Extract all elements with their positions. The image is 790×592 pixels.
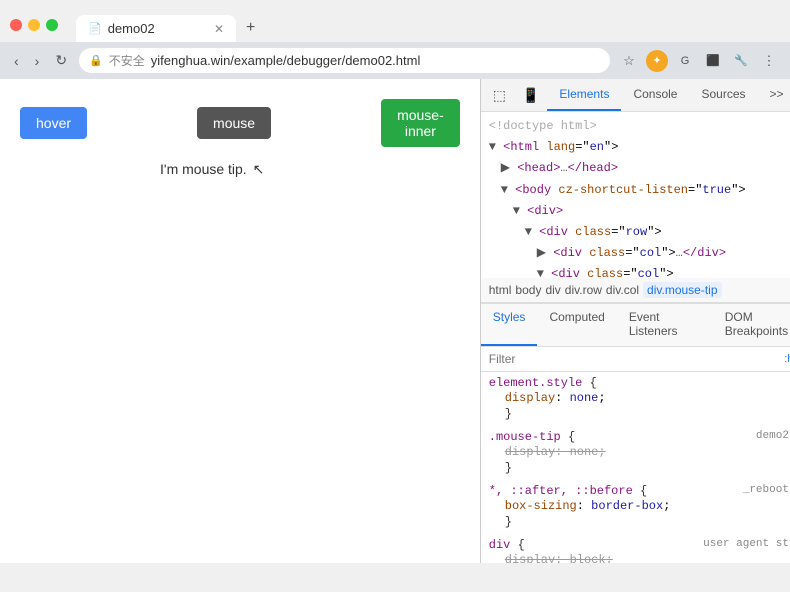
devtools-device-icon[interactable]: 📱 <box>514 81 547 110</box>
reload-button[interactable]: ↻ <box>51 50 71 71</box>
tab-elements[interactable]: Elements <box>547 79 621 111</box>
traffic-light-yellow[interactable] <box>28 19 40 31</box>
tree-line-div-row[interactable]: ▼ <div class="row"> <box>481 222 790 243</box>
address-bar: ‹ › ↻ 🔒 不安全 yifenghua.win/example/debugg… <box>0 42 790 79</box>
css-brace-close-2: } <box>489 460 790 476</box>
css-rule-div: div { user agent stylesheet display: blo… <box>481 534 790 563</box>
filter-input[interactable] <box>489 352 781 366</box>
main-layout: hover mouse mouse-inner I'm mouse tip. ↖… <box>0 79 790 563</box>
filter-bar: :hov .cls + <box>481 347 790 372</box>
styles-tab-computed[interactable]: Computed <box>537 304 616 346</box>
css-brace-close-3: } <box>489 514 790 530</box>
toolbar-icons: ☆ ✦ G ⬛ 🔧 ⋮ <box>618 50 780 72</box>
tab-more[interactable]: >> <box>758 79 790 111</box>
tree-line-div-col1[interactable]: ▶ <div class="col">…</div> <box>481 243 790 264</box>
tree-line-div1[interactable]: ▼ <div> <box>481 201 790 222</box>
styles-tab-dom-breakpoints[interactable]: DOM Breakpoints <box>713 304 790 346</box>
traffic-lights <box>10 19 58 31</box>
css-prop-display-block-strikethrough: display: block; <box>489 552 790 563</box>
styles-tabs: Styles Computed Event Listeners DOM Brea… <box>481 304 790 347</box>
extension-icon-2[interactable]: G <box>674 50 696 72</box>
filter-hov[interactable]: :hov <box>784 353 790 365</box>
new-tab-button[interactable]: + <box>236 14 265 42</box>
styles-panel: Styles Computed Event Listeners DOM Brea… <box>481 303 790 563</box>
styles-tab-styles[interactable]: Styles <box>481 304 538 346</box>
css-prop-display-none-strikethrough: display: none; <box>489 444 790 460</box>
traffic-light-green[interactable] <box>46 19 58 31</box>
css-prop-display-none: display: none; <box>489 390 790 406</box>
styles-tab-event-listeners[interactable]: Event Listeners <box>617 304 713 346</box>
traffic-light-red[interactable] <box>10 19 22 31</box>
forward-button[interactable]: › <box>31 51 44 71</box>
extension-icon-1[interactable]: ✦ <box>646 50 668 72</box>
tree-line-body[interactable]: ▼ <body cz-shortcut-listen="true"> <box>481 180 790 201</box>
elements-panel[interactable]: <!doctype html> ▼ <html lang="en"> ▶ <he… <box>481 112 790 278</box>
browser-chrome: 📄 demo02 ✕ + ‹ › ↻ 🔒 不安全 yifenghua.win/e… <box>0 0 790 79</box>
back-button[interactable]: ‹ <box>10 51 23 71</box>
css-brace-close-1: } <box>489 406 790 422</box>
css-source-mouse-tip[interactable]: demo2.html:12 <box>756 430 790 442</box>
url-bar[interactable]: 🔒 不安全 yifenghua.win/example/debugger/dem… <box>79 48 610 73</box>
lock-icon: 🔒 <box>89 54 103 67</box>
mouse-tip-label: I'm mouse tip. <box>160 161 247 177</box>
tab-bar: 📄 demo02 ✕ + <box>66 14 780 42</box>
doctype-text: <!doctype html> <box>489 119 597 133</box>
css-source-user-agent: user agent stylesheet <box>703 538 790 550</box>
cursor-icon: ↖ <box>253 161 265 178</box>
breadcrumb-div[interactable]: div <box>545 283 560 297</box>
extension-icon-3[interactable]: ⬛ <box>702 50 724 72</box>
page-content: hover mouse mouse-inner I'm mouse tip. ↖ <box>0 79 480 563</box>
css-selector-mouse-tip: .mouse-tip { demo2.html:12 <box>489 430 790 444</box>
breadcrumb: html body div div.row div.col div.mouse-… <box>481 278 790 303</box>
menu-button[interactable]: ⋮ <box>758 50 780 72</box>
devtools-panel: ⬚ 📱 Elements Console Sources >> ⋮ ✕ <!do… <box>480 79 790 563</box>
mouse-inner-button[interactable]: mouse-inner <box>381 99 460 147</box>
css-rule-universal: *, ::after, ::before { _reboot.scss:22 b… <box>481 480 790 534</box>
mouse-button[interactable]: mouse <box>197 107 271 139</box>
css-prop-box-sizing: box-sizing: border-box; <box>489 498 790 514</box>
breadcrumb-div-col[interactable]: div.col <box>606 283 639 297</box>
devtools-inspect-icon[interactable]: ⬚ <box>485 81 514 110</box>
css-selector-universal: *, ::after, ::before { _reboot.scss:22 <box>489 484 790 498</box>
tab-console[interactable]: Console <box>621 79 689 111</box>
page-buttons: hover mouse mouse-inner <box>20 99 460 147</box>
tree-line-div-col2[interactable]: ▼ <div class="col"> <box>481 264 790 278</box>
css-source-reboot[interactable]: _reboot.scss:22 <box>743 484 790 496</box>
mouse-tip-text: I'm mouse tip. ↖ <box>160 161 460 178</box>
secure-label: 不安全 <box>109 52 145 69</box>
breadcrumb-html[interactable]: html <box>489 283 512 297</box>
tab-sources[interactable]: Sources <box>689 79 757 111</box>
url-text: yifenghua.win/example/debugger/demo02.ht… <box>151 53 600 68</box>
extension-icon-4[interactable]: 🔧 <box>730 50 752 72</box>
tree-line-head[interactable]: ▶ <head>…</head> <box>481 158 790 179</box>
css-selector-div: div { user agent stylesheet <box>489 538 790 552</box>
browser-tab-active[interactable]: 📄 demo02 ✕ <box>76 15 236 42</box>
tab-icon: 📄 <box>88 22 102 35</box>
tab-title: demo02 <box>108 21 155 36</box>
css-rule-mouse-tip: .mouse-tip { demo2.html:12 display: none… <box>481 426 790 480</box>
tree-line-doctype[interactable]: <!doctype html> <box>481 116 790 137</box>
tab-close-button[interactable]: ✕ <box>214 22 224 36</box>
devtools-tabs: ⬚ 📱 Elements Console Sources >> ⋮ ✕ <box>481 79 790 112</box>
html-tree: <!doctype html> ▼ <html lang="en"> ▶ <he… <box>481 112 790 278</box>
css-selector-element-style: element.style { <box>489 376 790 390</box>
star-icon[interactable]: ☆ <box>618 50 640 72</box>
tree-line-html[interactable]: ▼ <html lang="en"> <box>481 137 790 158</box>
css-rule-element-style: element.style { display: none; } <box>481 372 790 426</box>
title-bar: 📄 demo02 ✕ + <box>0 0 790 42</box>
breadcrumb-div-mouse-tip[interactable]: div.mouse-tip <box>643 282 721 298</box>
breadcrumb-body[interactable]: body <box>515 283 541 297</box>
hover-button[interactable]: hover <box>20 107 87 139</box>
breadcrumb-div-row[interactable]: div.row <box>565 283 602 297</box>
